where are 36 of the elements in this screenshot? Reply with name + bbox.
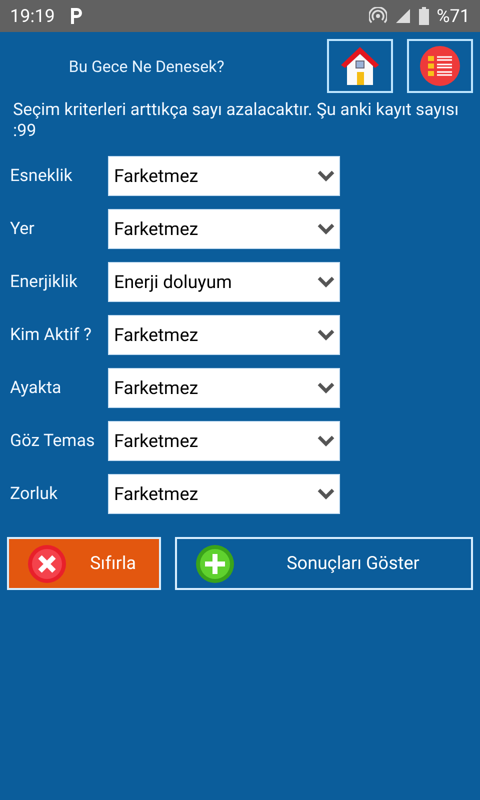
chevron-down-icon (317, 329, 335, 341)
filter-label: Enerjiklik (9, 272, 79, 292)
home-button[interactable] (327, 39, 393, 93)
parking-icon (68, 7, 83, 25)
reset-button[interactable]: Sıfırla (7, 537, 161, 590)
filter-label: Kim Aktif ? (9, 325, 92, 345)
info-text: Seçim kriterleri arttıkça sayı azalacaktır. Şu anki kayıt sayısı :99 (12, 99, 460, 142)
signal-icon (394, 8, 411, 24)
hotspot-icon (368, 7, 387, 25)
close-icon (27, 544, 67, 584)
chevron-down-icon (317, 488, 335, 500)
dropdown[interactable]: Farketmez (108, 421, 340, 461)
dropdown[interactable]: Farketmez (108, 474, 340, 514)
filter-label: Göz Temas (9, 431, 96, 451)
chevron-down-icon (317, 435, 335, 447)
chevron-down-icon (317, 170, 335, 182)
chevron-down-icon (317, 223, 335, 235)
filter-label: Ayakta (9, 378, 62, 398)
dropdown[interactable]: Farketmez (108, 156, 340, 196)
battery-percent: %71 (436, 6, 470, 26)
app-title: Bu Gece Ne Denesek? (68, 56, 226, 76)
list-button[interactable] (407, 39, 473, 93)
battery-icon (418, 7, 429, 25)
list-icon (419, 45, 461, 87)
filter-label: Zorluk (9, 484, 59, 504)
dropdown[interactable]: Farketmez (108, 368, 340, 408)
plus-icon (195, 544, 235, 584)
filter-label: Yer (9, 219, 36, 239)
dropdown[interactable]: Enerji doluyum (108, 262, 340, 302)
dropdown[interactable]: Farketmez (108, 315, 340, 355)
chevron-down-icon (317, 382, 335, 394)
chevron-down-icon (317, 276, 335, 288)
dropdown[interactable]: Farketmez (108, 209, 340, 249)
status-time: 19:19 (10, 6, 55, 26)
show-results-button[interactable]: Sonuçları Göster (175, 537, 473, 590)
filter-label: Esneklik (9, 166, 74, 186)
